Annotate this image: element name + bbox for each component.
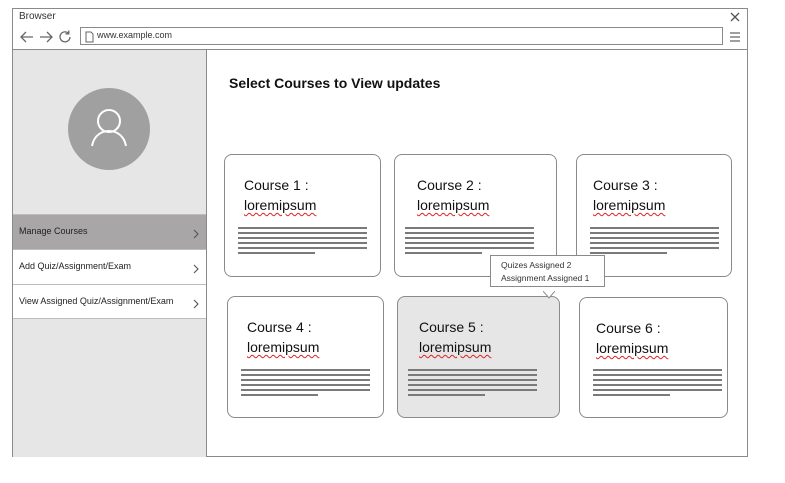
course-card-1[interactable]: Course 1 : loremipsum bbox=[224, 154, 381, 277]
chevron-right-icon bbox=[192, 226, 200, 239]
tooltip-quizzes: Quizes Assigned 2 bbox=[501, 260, 572, 270]
url-bar[interactable]: www.example.com bbox=[80, 27, 723, 45]
reload-icon[interactable] bbox=[57, 29, 73, 45]
course-description-lines bbox=[593, 369, 722, 399]
title-bar: Browser bbox=[13, 9, 747, 29]
sidebar-item-label: View Assigned Quiz/Assignment/Exam bbox=[19, 296, 174, 306]
sidebar-item-label: Manage Courses bbox=[19, 226, 88, 236]
page-icon bbox=[85, 30, 94, 48]
user-avatar-icon bbox=[68, 88, 150, 170]
arrow-right-icon[interactable] bbox=[38, 29, 54, 45]
sidebar-item-view-assigned[interactable]: View Assigned Quiz/Assignment/Exam bbox=[13, 284, 206, 319]
nav-bar: www.example.com bbox=[13, 27, 747, 51]
course-tooltip: Quizes Assigned 2 Assignment Assigned 1 bbox=[490, 255, 605, 287]
sidebar-item-label: Add Quiz/Assignment/Exam bbox=[19, 261, 132, 271]
sidebar: Manage Courses Add Quiz/Assignment/Exam … bbox=[13, 50, 207, 457]
course-card-5[interactable]: Course 5 : loremipsum bbox=[397, 296, 560, 418]
window-title: Browser bbox=[19, 11, 56, 22]
chevron-right-icon bbox=[192, 296, 200, 309]
course-title: Course 1 : loremipsum bbox=[244, 177, 317, 213]
course-title: Course 2 : loremipsum bbox=[417, 177, 490, 213]
course-title: Course 5 : loremipsum bbox=[419, 319, 492, 355]
course-description-lines bbox=[238, 227, 367, 257]
course-description-lines bbox=[590, 227, 719, 257]
page-title: Select Courses to View updates bbox=[229, 75, 441, 91]
chevron-right-icon bbox=[192, 261, 200, 274]
tooltip-arrow bbox=[542, 286, 556, 304]
course-title: Course 3 : loremipsum bbox=[593, 177, 666, 213]
arrow-left-icon[interactable] bbox=[19, 29, 35, 45]
course-title: Course 4 : loremipsum bbox=[247, 319, 320, 355]
sidebar-item-add-quiz[interactable]: Add Quiz/Assignment/Exam bbox=[13, 249, 206, 284]
close-icon[interactable] bbox=[728, 10, 742, 24]
hamburger-menu-icon[interactable] bbox=[729, 30, 741, 42]
course-description-lines bbox=[241, 369, 370, 399]
course-card-4[interactable]: Course 4 : loremipsum bbox=[227, 296, 384, 418]
course-description-lines bbox=[405, 227, 534, 257]
course-card-6[interactable]: Course 6 : loremipsum bbox=[579, 297, 728, 418]
url-text: www.example.com bbox=[97, 30, 173, 40]
sidebar-item-manage-courses[interactable]: Manage Courses bbox=[13, 214, 206, 249]
tooltip-assignments: Assignment Assigned 1 bbox=[501, 273, 590, 283]
course-title: Course 6 : loremipsum bbox=[596, 320, 669, 356]
course-description-lines bbox=[408, 369, 537, 399]
